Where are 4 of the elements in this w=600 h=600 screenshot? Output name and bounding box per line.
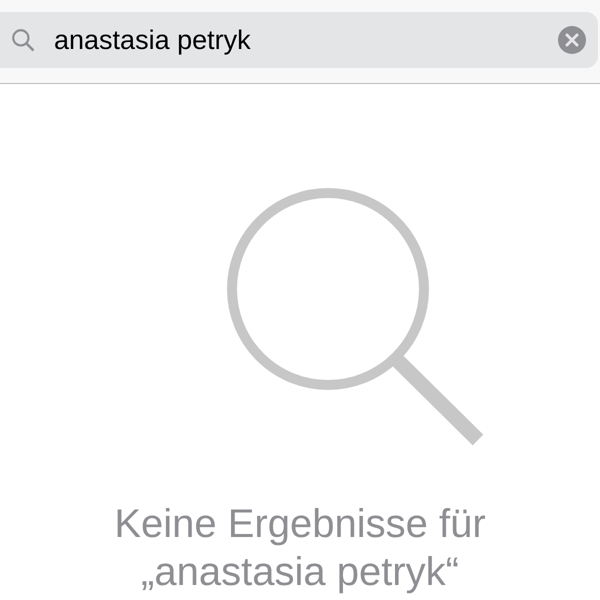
search-icon [10,27,36,53]
clear-button[interactable] [558,26,586,54]
no-results-message: Keine Ergebnisse für „anastasia petryk“ [114,501,486,596]
search-bar[interactable]: anastasia petryk [0,12,598,68]
